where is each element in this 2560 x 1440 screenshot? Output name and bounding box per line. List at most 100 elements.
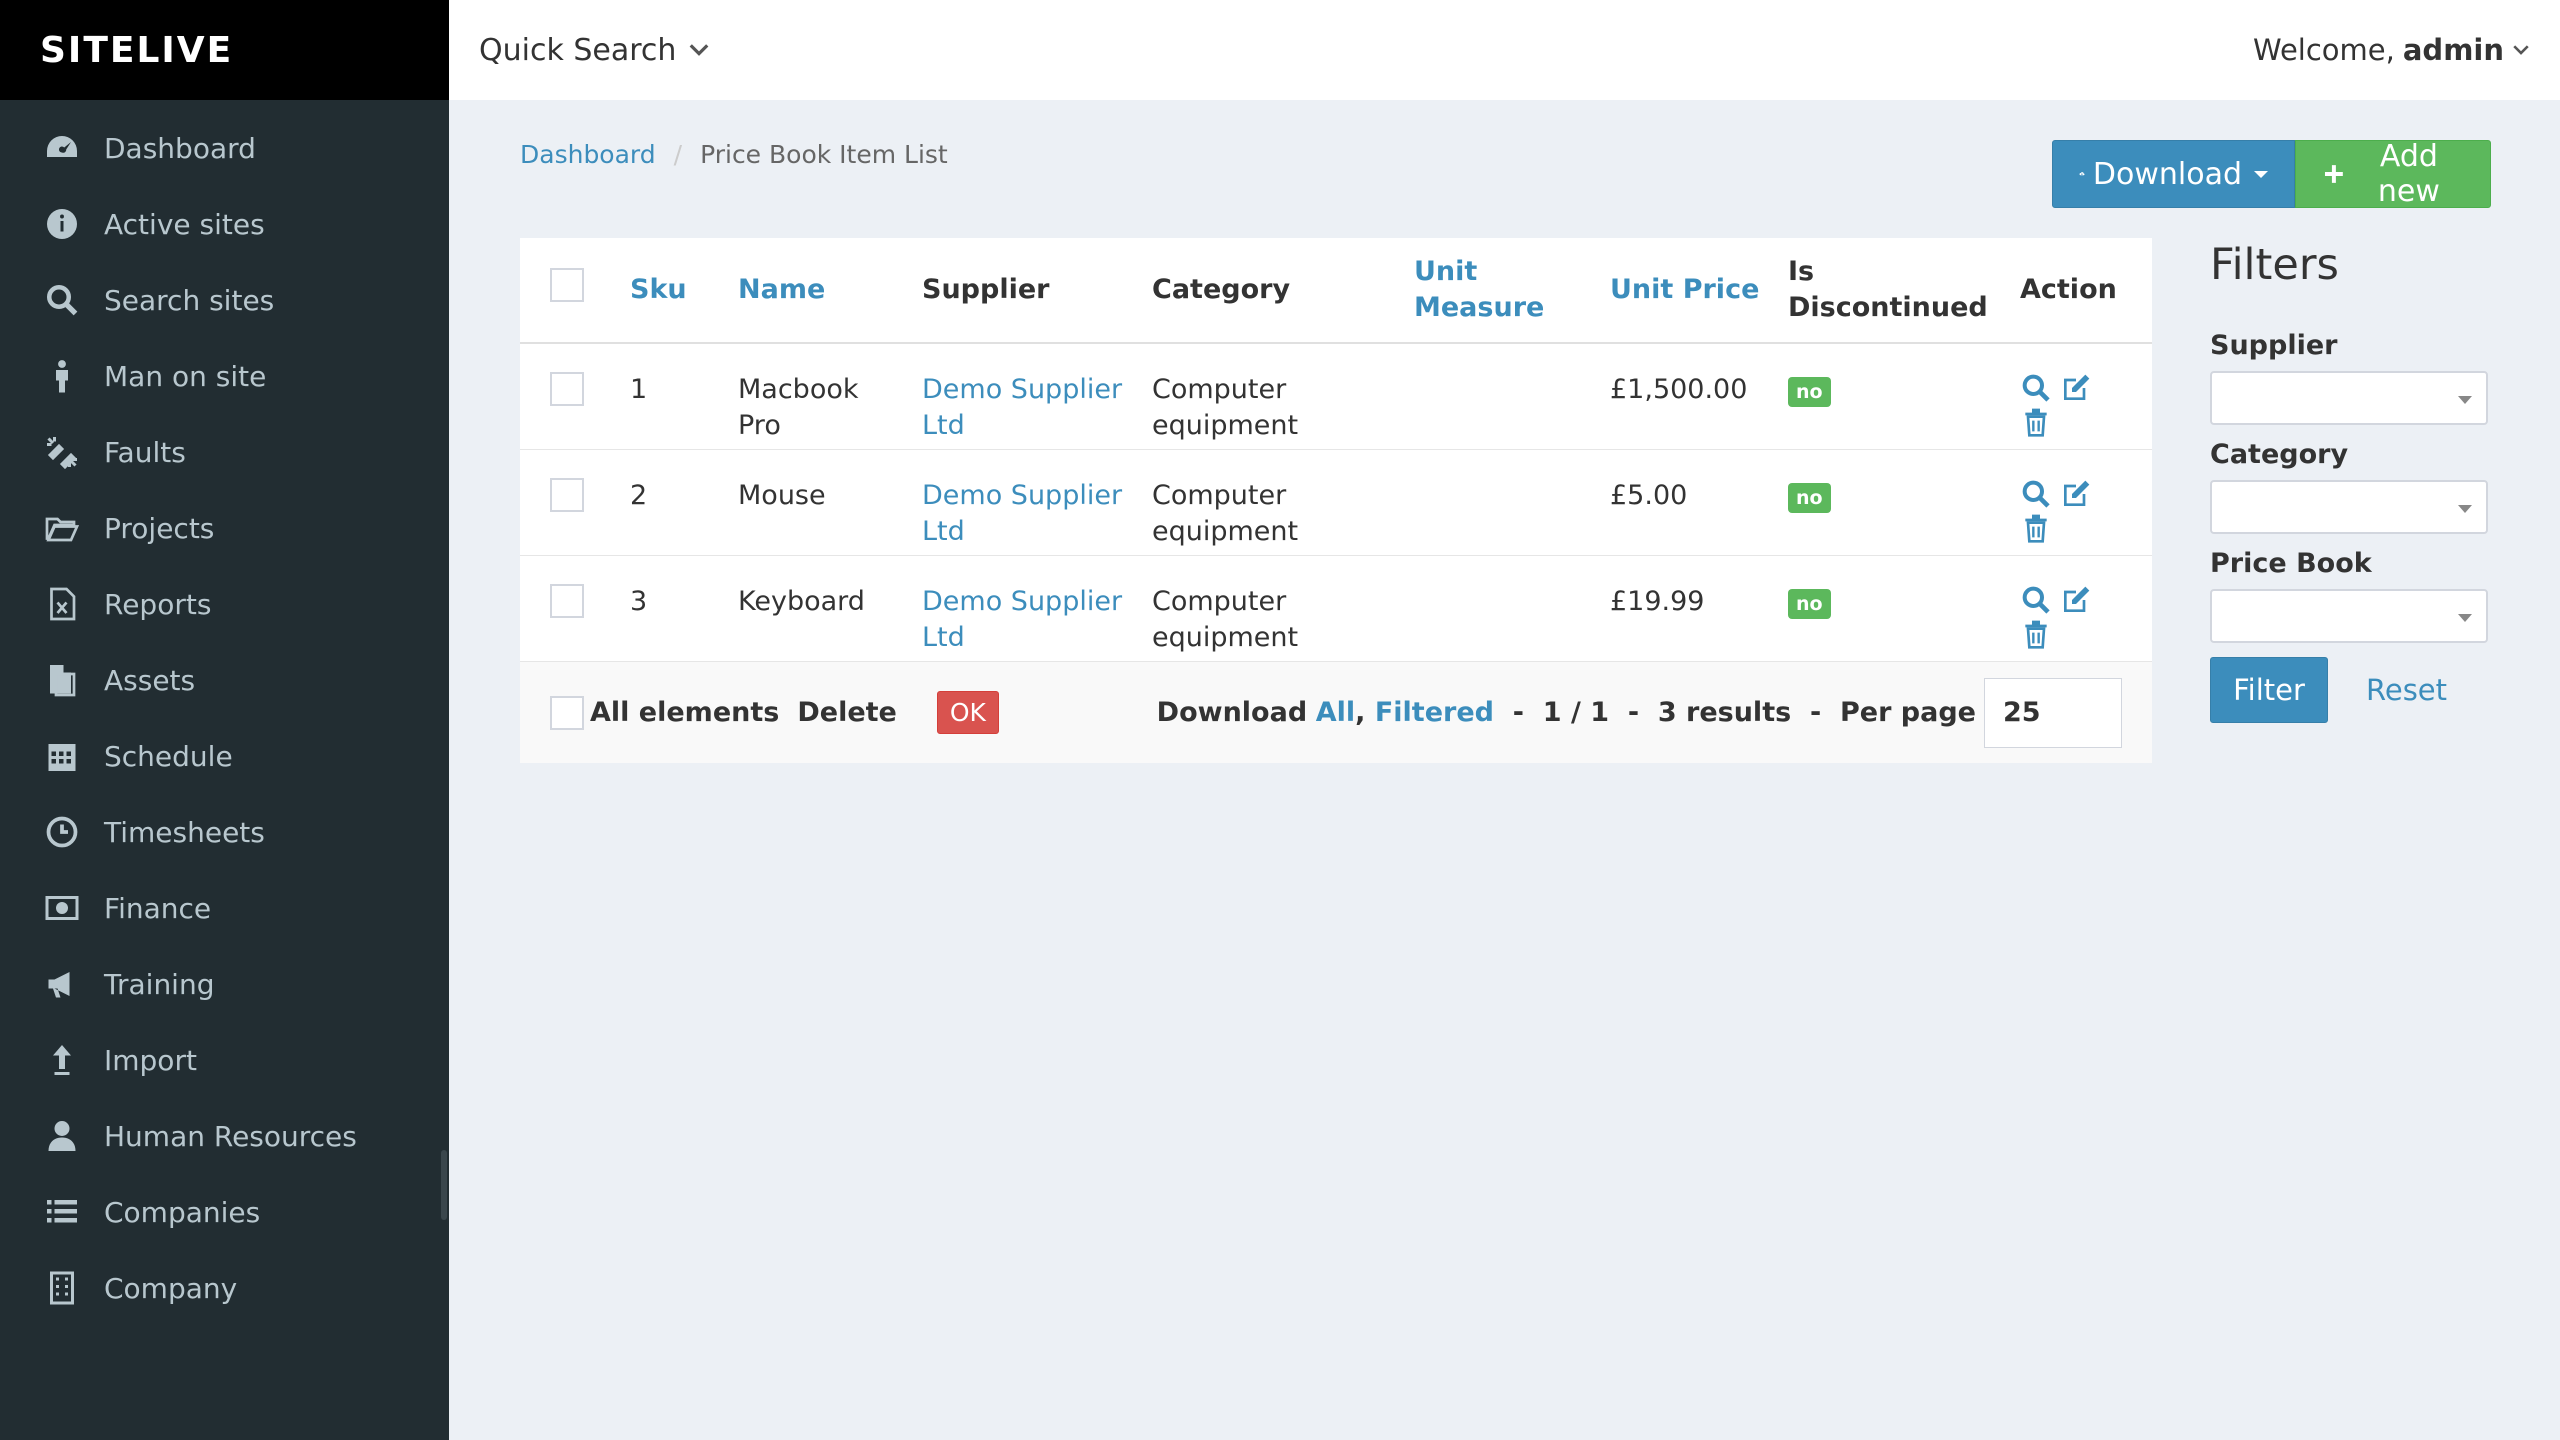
- row-checkbox[interactable]: [550, 583, 584, 618]
- batch-ok-button[interactable]: OK: [936, 691, 999, 734]
- sidebar-nav: Dashboard Active sites Search sites Man on …: [0, 100, 449, 1326]
- dashboard-icon: [42, 128, 82, 168]
- toolbar: Download Add new: [2052, 139, 2491, 209]
- select-all-checkbox[interactable]: [550, 268, 584, 302]
- list-icon: [42, 1192, 82, 1232]
- broken-link-icon: [42, 432, 82, 472]
- sidebar-item-schedule[interactable]: Schedule: [0, 718, 449, 794]
- trash-icon[interactable]: [2020, 406, 2052, 438]
- price-book-filter-select[interactable]: [2210, 589, 2488, 643]
- calendar-icon: [42, 736, 82, 776]
- sidebar-item-human-resources[interactable]: Human Resources: [0, 1098, 449, 1174]
- price-book-filter-label: Price Book: [2210, 548, 2372, 579]
- breadcrumb-dashboard-link[interactable]: Dashboard: [520, 140, 656, 169]
- category-filter-select[interactable]: [2210, 480, 2488, 534]
- building-icon: [42, 1268, 82, 1308]
- all-elements-label: All elements: [590, 697, 780, 728]
- per-page-input[interactable]: 25: [1984, 677, 2122, 748]
- sidebar-item-training[interactable]: Training: [0, 946, 449, 1022]
- sidebar-item-label: Projects: [104, 511, 215, 545]
- sidebar-item-finance[interactable]: Finance: [0, 870, 449, 946]
- price-book-item-table: Sku Name Supplier Category Unit Measure …: [520, 238, 2152, 662]
- cell-unit-measure: [1404, 449, 1600, 556]
- trash-icon[interactable]: [2020, 618, 2052, 650]
- cell-supplier-link[interactable]: Demo Supplier Ltd: [922, 480, 1122, 547]
- sidebar-item-assets[interactable]: Assets: [0, 642, 449, 718]
- download-filtered-link[interactable]: Filtered: [1375, 697, 1494, 728]
- column-header-unit-price[interactable]: Unit Price: [1600, 238, 1778, 344]
- column-header-name[interactable]: Name: [728, 238, 912, 344]
- sidebar-item-company[interactable]: Company: [0, 1250, 449, 1326]
- logo-text: SITELIVE: [40, 29, 234, 71]
- breadcrumb-current: Price Book Item List: [700, 140, 948, 169]
- batch-action-select[interactable]: Delete: [797, 697, 897, 728]
- download-label: Download: [2092, 156, 2242, 192]
- edit-icon[interactable]: [2060, 372, 2092, 404]
- sidebar-item-label: Import: [104, 1043, 197, 1077]
- category-filter-label: Category: [2210, 439, 2349, 470]
- row-checkbox[interactable]: [550, 372, 584, 406]
- sidebar-item-companies[interactable]: Companies: [0, 1174, 449, 1250]
- cloud-download-icon: [2079, 172, 2085, 176]
- cell-sku: 1: [620, 343, 728, 450]
- chevron-down-icon: [690, 44, 709, 56]
- download-all-link[interactable]: All: [1316, 697, 1355, 728]
- table-row: 3 Keyboard Demo Supplier Ltd Computer equip…: [520, 555, 2152, 662]
- column-header-sku[interactable]: Sku: [620, 238, 728, 344]
- filter-button[interactable]: Filter: [2210, 657, 2328, 723]
- view-icon[interactable]: [2020, 372, 2052, 404]
- breadcrumb: Dashboard / Price Book Item List: [520, 140, 948, 169]
- bullhorn-icon: [42, 964, 82, 1004]
- row-checkbox[interactable]: [550, 477, 584, 512]
- trash-icon[interactable]: [2020, 512, 2052, 544]
- breadcrumb-separator: /: [673, 140, 683, 169]
- cell-name: Macbook Pro: [728, 343, 912, 450]
- sidebar-item-label: Faults: [104, 435, 186, 469]
- add-new-button[interactable]: Add new: [2295, 139, 2491, 209]
- sidebar-scrollbar[interactable]: [441, 1150, 447, 1220]
- view-icon[interactable]: [2020, 478, 2052, 510]
- plus-icon: [2324, 165, 2343, 183]
- logo[interactable]: SITELIVE: [0, 0, 449, 100]
- sidebar-item-import[interactable]: Import: [0, 1022, 449, 1098]
- edit-icon[interactable]: [2060, 584, 2092, 616]
- sidebar-item-timesheets[interactable]: Timesheets: [0, 794, 449, 870]
- user-menu[interactable]: Welcome, admin: [2253, 33, 2530, 67]
- files-icon: [42, 660, 82, 700]
- row-actions: [2020, 372, 2110, 438]
- per-page-label: Per page: [1839, 697, 1976, 728]
- sidebar-item-label: Assets: [104, 663, 196, 697]
- sidebar-item-label: Search sites: [104, 283, 275, 317]
- reset-link[interactable]: Reset: [2366, 673, 2447, 707]
- upload-arrow-icon: [42, 1040, 82, 1080]
- sidebar-item-man-on-site[interactable]: Man on site: [0, 338, 449, 414]
- sidebar-item-search-sites[interactable]: Search sites: [0, 262, 449, 338]
- supplier-filter-select[interactable]: [2210, 371, 2488, 425]
- cell-unit-price: £19.99: [1600, 555, 1778, 662]
- welcome-prefix: Welcome,: [2252, 33, 2395, 67]
- sidebar-item-projects[interactable]: Projects: [0, 490, 449, 566]
- sidebar-item-label: Reports: [104, 587, 212, 621]
- sidebar-item-active-sites[interactable]: Active sites: [0, 186, 449, 262]
- sidebar-item-dashboard[interactable]: Dashboard: [0, 110, 449, 186]
- money-icon: [42, 888, 82, 928]
- sidebar-item-label: Human Resources: [104, 1119, 357, 1153]
- row-actions: [2020, 478, 2110, 544]
- table-row: 1 Macbook Pro Demo Supplier Ltd Computer eq…: [520, 343, 2152, 450]
- edit-icon[interactable]: [2060, 478, 2092, 510]
- quick-search-dropdown[interactable]: Quick Search: [479, 33, 710, 68]
- folder-icon: [42, 508, 82, 548]
- column-header-unit-measure[interactable]: Unit Measure: [1404, 238, 1600, 344]
- sidebar-item-reports[interactable]: Reports: [0, 566, 449, 642]
- caret-down-icon: [2254, 170, 2268, 178]
- cell-sku: 2: [620, 449, 728, 556]
- sidebar-item-faults[interactable]: Faults: [0, 414, 449, 490]
- view-icon[interactable]: [2020, 584, 2052, 616]
- download-button[interactable]: Download: [2052, 140, 2295, 208]
- cell-supplier-link[interactable]: Demo Supplier Ltd: [922, 374, 1122, 441]
- sidebar-item-label: Timesheets: [104, 815, 265, 849]
- all-elements-checkbox[interactable]: [550, 695, 584, 730]
- cell-supplier-link[interactable]: Demo Supplier Ltd: [922, 586, 1122, 653]
- pager-pages: 1 / 1: [1542, 697, 1610, 728]
- search-icon: [42, 280, 82, 320]
